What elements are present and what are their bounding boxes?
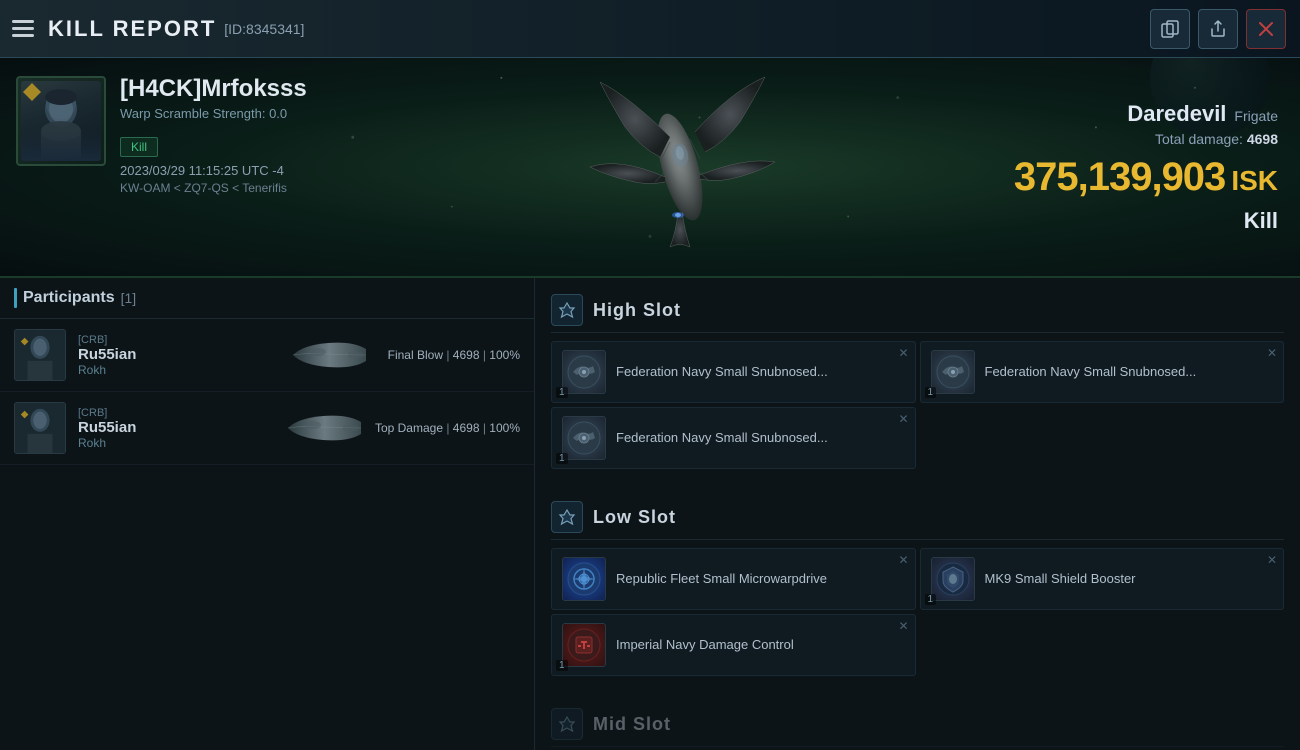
participant-corp: [CRB] — [78, 407, 271, 419]
item-name: Imperial Navy Damage Control — [616, 637, 905, 654]
banner-left: [H4CK]Mrfoksss Warp Scramble Strength: 0… — [0, 58, 380, 276]
high-slot-header: High Slot — [535, 286, 1300, 332]
item-qty: 1 — [925, 387, 937, 398]
ship-name: Daredevil — [1127, 101, 1226, 127]
mid-slot-title: Mid Slot — [593, 714, 671, 735]
ship-type: Frigate — [1234, 108, 1278, 124]
participant-ship-img — [283, 410, 363, 446]
item-name: MK9 Small Shield Booster — [985, 571, 1274, 588]
participant-ship: Rokh — [78, 363, 276, 377]
kill-badge: Kill — [120, 137, 158, 157]
title-bar: KILL REPORT [ID:8345341] — [0, 0, 1300, 58]
kill-banner: [H4CK]Mrfoksss Warp Scramble Strength: 0… — [0, 58, 1300, 278]
item-destroy-icon: ✕ — [898, 619, 908, 633]
participant-row[interactable]: [CRB] Ru55ian Rokh — [0, 319, 534, 392]
kill-timestamp: 2023/03/29 11:15:25 UTC -4 — [120, 163, 364, 178]
participant-row[interactable]: [CRB] Ru55ian Rokh — [0, 392, 534, 465]
high-slot-icon — [551, 294, 583, 326]
item-qty: 1 — [556, 660, 568, 671]
item-qty: 1 — [925, 594, 937, 605]
participant-avatar — [14, 329, 66, 381]
isk-value: 375,139,903 — [1014, 155, 1225, 200]
report-id: [ID:8345341] — [224, 21, 304, 37]
right-panel: High Slot Federation Navy Small Snubnose… — [535, 278, 1300, 750]
mid-slot-hint: Mid Slot — [535, 692, 1300, 750]
item-name: Federation Navy Small Snubnosed... — [616, 430, 905, 447]
item-destroy-icon: ✕ — [898, 412, 908, 426]
item-icon — [562, 350, 606, 394]
close-button[interactable] — [1246, 9, 1286, 49]
item-destroy-icon: ✕ — [1267, 553, 1277, 567]
ship-class-line: Daredevil Frigate — [1127, 101, 1278, 127]
participant-ship: Rokh — [78, 436, 271, 450]
total-damage-line: Total damage: 4698 — [1155, 131, 1278, 147]
pilot-name: [H4CK]Mrfoksss — [120, 76, 364, 102]
participant-corp: [CRB] — [78, 334, 276, 346]
mid-slot-divider — [551, 746, 1284, 747]
participant-info: [CRB] Ru55ian Rokh — [78, 334, 276, 377]
item-icon — [931, 557, 975, 601]
item-card[interactable]: Imperial Navy Damage Control 1 ✕ — [551, 614, 916, 676]
item-icon — [562, 416, 606, 460]
item-card[interactable]: Federation Navy Small Snubnosed... 1 ✕ — [551, 407, 916, 469]
banner-right: Daredevil Frigate Total damage: 4698 375… — [980, 58, 1300, 276]
item-card[interactable]: Federation Navy Small Snubnosed... 1 ✕ — [551, 341, 916, 403]
item-destroy-icon: ✕ — [1267, 346, 1277, 360]
participant-stats: Final Blow | 4698 | 100% — [380, 348, 520, 362]
title-bar-actions — [1150, 9, 1286, 49]
isk-row: 375,139,903 ISK — [1014, 147, 1278, 200]
left-panel: Participants [1] [CR — [0, 278, 535, 750]
participant-info: [CRB] Ru55ian Rokh — [78, 407, 271, 450]
item-icon — [562, 557, 606, 601]
item-card[interactable]: Republic Fleet Small Microwarpdrive ✕ — [551, 548, 916, 610]
participant-avatar — [14, 402, 66, 454]
low-slot-divider — [551, 539, 1284, 540]
low-slot-icon — [551, 501, 583, 533]
item-card[interactable]: MK9 Small Shield Booster 1 ✕ — [920, 548, 1285, 610]
isk-label: ISK — [1231, 165, 1278, 197]
mid-slot-header: Mid Slot — [535, 700, 1300, 746]
page-title: KILL REPORT — [48, 16, 216, 42]
warp-scramble: Warp Scramble Strength: 0.0 — [120, 106, 364, 121]
low-slot-header: Low Slot — [535, 493, 1300, 539]
participants-accent — [14, 288, 17, 308]
high-slot-divider — [551, 332, 1284, 333]
menu-icon[interactable] — [12, 20, 34, 37]
participants-count: [1] — [121, 290, 137, 306]
item-card[interactable]: Federation Navy Small Snubnosed... 1 ✕ — [920, 341, 1285, 403]
copy-button[interactable] — [1150, 9, 1190, 49]
participant-ship-img — [288, 337, 368, 373]
kill-badge-row: Kill — [120, 137, 364, 157]
item-qty: 1 — [556, 387, 568, 398]
item-name: Republic Fleet Small Microwarpdrive — [616, 571, 905, 588]
participant-name: Ru55ian — [78, 346, 276, 363]
low-slot-items: Republic Fleet Small Microwarpdrive ✕ MK… — [535, 544, 1300, 684]
item-qty: 1 — [556, 453, 568, 464]
share-button[interactable] — [1198, 9, 1238, 49]
high-slot-title: High Slot — [593, 300, 681, 321]
ship-visual — [380, 58, 980, 276]
participants-title: Participants — [23, 289, 115, 307]
item-name: Federation Navy Small Snubnosed... — [985, 364, 1274, 381]
participant-name: Ru55ian — [78, 419, 271, 436]
pilot-info: [H4CK]Mrfoksss Warp Scramble Strength: 0… — [120, 76, 364, 195]
item-icon — [931, 350, 975, 394]
item-name: Federation Navy Small Snubnosed... — [616, 364, 905, 381]
kill-result: Kill — [1244, 208, 1278, 234]
total-damage-value: 4698 — [1247, 131, 1278, 147]
kill-location: KW-OAM < ZQ7-QS < Tenerifis — [120, 181, 364, 195]
main-content: Participants [1] [CR — [0, 278, 1300, 750]
low-slot-title: Low Slot — [593, 507, 676, 528]
item-icon — [562, 623, 606, 667]
low-slot-section: Low Slot Republic Fleet Sma — [535, 485, 1300, 692]
participant-stats: Top Damage | 4698 | 100% — [375, 421, 520, 435]
pilot-avatar — [16, 76, 106, 166]
item-destroy-icon: ✕ — [898, 553, 908, 567]
high-slot-section: High Slot Federation Navy Small Snubnose… — [535, 278, 1300, 485]
item-destroy-icon: ✕ — [898, 346, 908, 360]
mid-slot-icon — [551, 708, 583, 740]
participants-header: Participants [1] — [0, 278, 534, 319]
high-slot-items: Federation Navy Small Snubnosed... 1 ✕ — [535, 337, 1300, 477]
